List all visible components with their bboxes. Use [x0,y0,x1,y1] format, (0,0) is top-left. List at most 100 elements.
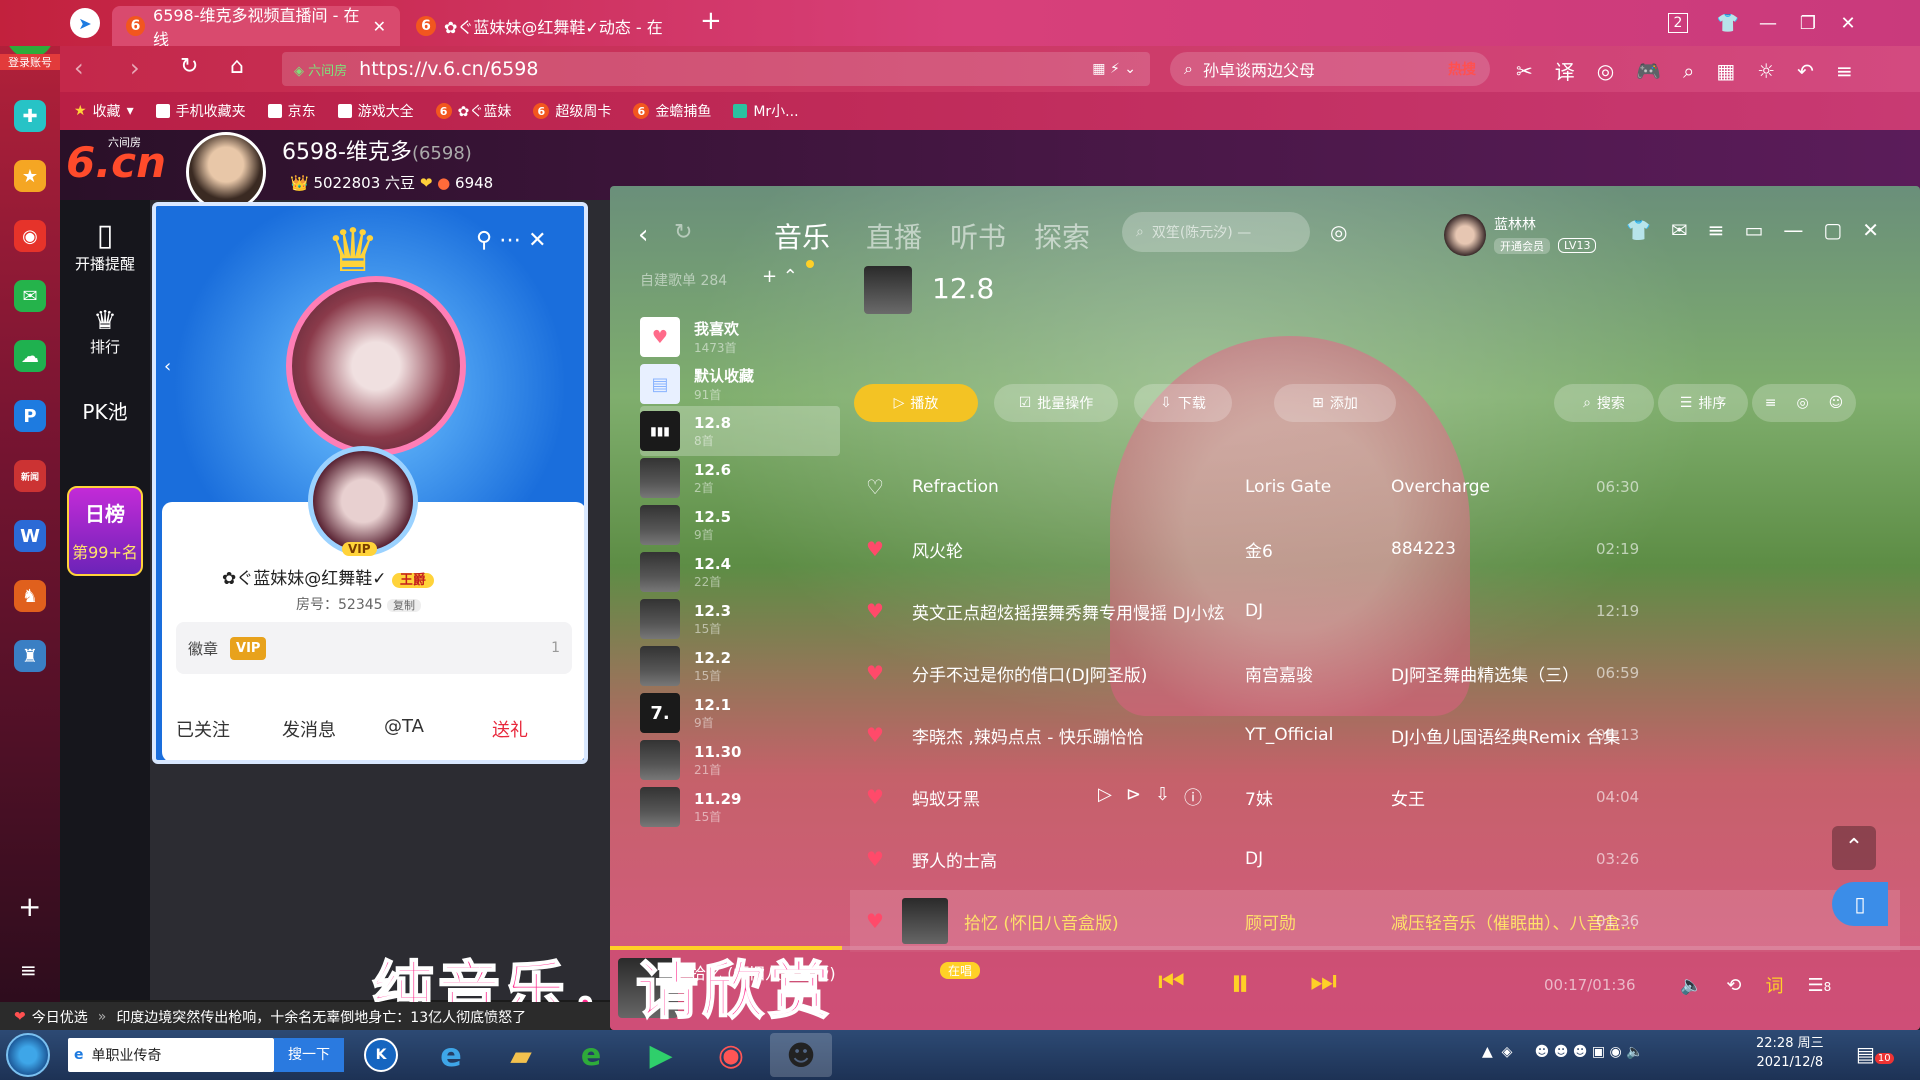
play-icon[interactable]: ▷ [1098,784,1112,810]
taskbar-player-icon[interactable]: ▶ [630,1033,692,1077]
bookmark-item[interactable]: 6 超级周卡 [533,101,611,121]
user-avatar[interactable] [1444,214,1486,256]
song-album[interactable]: DJ小鱼儿国语经典Remix 合集 [1391,723,1620,748]
song-title[interactable]: 野人的士高 [912,847,997,872]
news-headline[interactable]: 印度边境突然传出枪响，十余名无辜倒地身亡：13亿人彻底愤怒了 [116,1007,556,1027]
bookmark-item[interactable]: 京东 [267,101,316,121]
add-playlist-icon[interactable]: + ⌃ [762,266,798,287]
hot-search-badge[interactable]: 热搜 [1448,59,1476,79]
taskbar-folder-icon[interactable]: ▰ [490,1033,552,1077]
taskbar-search[interactable]: e 单职业传奇 [68,1038,274,1072]
playlist-item[interactable]: ▮▮▮ 12.8 8首 [640,406,840,456]
queue-icon[interactable]: ☰8 [1808,975,1832,996]
minimize-icon[interactable]: — [1783,218,1803,242]
scissors-icon[interactable]: ✂ [1516,59,1533,83]
mail-icon[interactable]: ✉ [1671,218,1688,242]
star-icon[interactable]: ★ [14,160,46,192]
heart-icon[interactable]: ♥ [866,723,896,747]
tab-explore[interactable]: 探索 [1034,216,1090,256]
playlist-item[interactable]: 12.2 15首 [640,641,840,691]
playlist-item[interactable]: ▤ 默认收藏 91首 [640,359,840,409]
anchor-avatar[interactable] [186,132,266,212]
pause-icon[interactable]: ⏸ [1230,960,1250,1006]
nav-remind[interactable]: ▯ 开播提醒 [60,218,150,274]
heart-icon[interactable]: ♥ [866,661,896,685]
song-row[interactable]: ♥ 英文正点超炫摇摆舞秀舞专用慢摇 DJ小炫 DJ 12:19 [850,580,1900,642]
tray-icons[interactable]: ▲ ◈ ☻ ☻ ☻ ▣ ◉ 🔈 [1482,1044,1644,1060]
music-search-input[interactable]: ⌕ 双笙(陈元汐) — [1122,212,1310,252]
repeat-icon[interactable]: ⟲ [1726,975,1741,996]
song-album[interactable]: DJ阿圣舞曲精选集（三） [1391,661,1579,686]
view-toggle[interactable]: ≡ ◎ ☺ [1752,384,1856,422]
cloud-icon[interactable]: ☁ [14,340,46,372]
nav-pk[interactable]: PK池 [60,396,150,425]
song-title[interactable]: Refraction [912,477,999,497]
song-row[interactable]: ♡ Refraction Loris Gate Overcharge 06:30 [850,456,1900,518]
next-icon[interactable]: ⏭ [1310,964,1337,999]
at-button[interactable]: @TA [384,716,424,737]
minimize-button[interactable]: — [1748,13,1788,34]
song-title[interactable]: 风火轮 [912,537,963,562]
song-title[interactable]: 李晓杰 ,辣妈点点 - 快乐蹦恰恰 [912,723,1144,748]
song-row[interactable]: ♥ 野人的士高 DJ 03:26 [850,828,1900,890]
info-icon[interactable]: ⓘ [1184,784,1202,810]
playlist-item[interactable]: ♥ 我喜欢 1473首 [640,312,840,362]
back-icon[interactable]: ‹ [638,220,648,250]
playlist-item[interactable]: 12.3 15首 [640,594,840,644]
add-icon[interactable]: + [18,890,41,923]
message-button[interactable]: 发消息 [282,716,336,742]
playlist-item[interactable]: 11.30 21首 [640,735,840,785]
song-artist[interactable]: YT_Official [1245,725,1333,745]
skin-icon[interactable]: 👕 [1708,13,1748,34]
add-button[interactable]: ⊞ 添加 [1274,384,1396,422]
song-artist[interactable]: Loris Gate [1245,477,1331,497]
more-icon[interactable]: ⋯ [499,228,521,253]
close-window-button[interactable]: ✕ [1828,13,1868,34]
tab-live-room[interactable]: 6 6598-维克多视频直播间 - 在线 ✕ [112,6,400,49]
song-title[interactable]: 拾忆 (怀旧八音盒版) [964,909,1119,934]
gamepad-icon[interactable]: 🎮 [1636,59,1661,83]
lyrics-button[interactable]: 词 [1766,972,1784,998]
play-all-button[interactable]: ▷ 播放 [854,384,978,422]
heart-icon[interactable]: ♡ [866,475,896,499]
send-icon[interactable]: ➤ [70,8,100,38]
voice-search-icon[interactable]: ◎ [1330,220,1347,244]
song-row[interactable]: ♥ 蚂蚁牙黑 7妹 女王 04:04 ▷ ⊳ ⇩ ⓘ [850,766,1900,828]
sun-icon[interactable]: ☼ [1757,59,1775,83]
heart-icon[interactable]: ♥ [866,537,896,561]
bookmark-item[interactable]: ★ 收藏 ▾ [74,101,134,121]
song-album[interactable]: 884223 [1391,539,1456,559]
batch-button[interactable]: ☑ 批量操作 [994,384,1118,422]
start-button[interactable] [6,1033,50,1077]
user-name[interactable]: 蓝林林 [1494,214,1536,234]
song-album[interactable]: 女王 [1391,785,1425,810]
close-icon[interactable]: ✕ [528,228,546,253]
undo-icon[interactable]: ↶ [1797,59,1814,83]
magnifier-icon[interactable]: ⌕ [1683,59,1694,83]
maximize-button[interactable]: ❐ [1788,13,1828,34]
song-artist[interactable]: 顾可勋 [1245,909,1296,934]
song-artist[interactable]: DJ [1245,849,1263,869]
news-icon[interactable]: 新闻 [14,460,46,492]
volume-icon[interactable]: 🔈 [1680,975,1702,996]
pay-icon[interactable]: P [14,400,46,432]
mobile-icon[interactable]: ▯ [1832,882,1888,926]
song-artist[interactable]: 7妹 [1245,785,1273,810]
address-bar[interactable]: ◈ 六间房 https://v.6.cn/6598 ▦ ⚡ ⌄ [282,52,1150,86]
game-icon[interactable]: ♞ [14,580,46,612]
weibo-icon[interactable]: ◉ [14,220,46,252]
new-tab-button[interactable]: + [700,6,722,36]
bookmark-item[interactable]: 6 ✿ぐ蓝妹 [435,101,511,121]
taskbar-chrome-icon[interactable]: ◉ [700,1033,762,1077]
word-icon[interactable]: W [14,520,46,552]
song-artist[interactable]: 南宫嘉骏 [1245,661,1313,686]
magic-wand-icon[interactable]: ⚲ [476,228,492,253]
search-box[interactable]: ⌕ 孙卓谈两边父母 热搜 [1170,52,1490,86]
bookmark-item[interactable]: 游戏大全 [337,101,414,121]
bookmark-item[interactable]: 6 金蟾捕鱼 [633,101,711,121]
mail-icon[interactable]: ✉ [14,280,46,312]
maximize-icon[interactable]: ▢ [1823,218,1842,242]
taskbar-k-icon[interactable]: K [350,1033,412,1077]
qr-icon[interactable]: ▦ ⚡ ⌄ [1092,61,1136,77]
menu-icon[interactable]: ≡ [1708,218,1725,242]
